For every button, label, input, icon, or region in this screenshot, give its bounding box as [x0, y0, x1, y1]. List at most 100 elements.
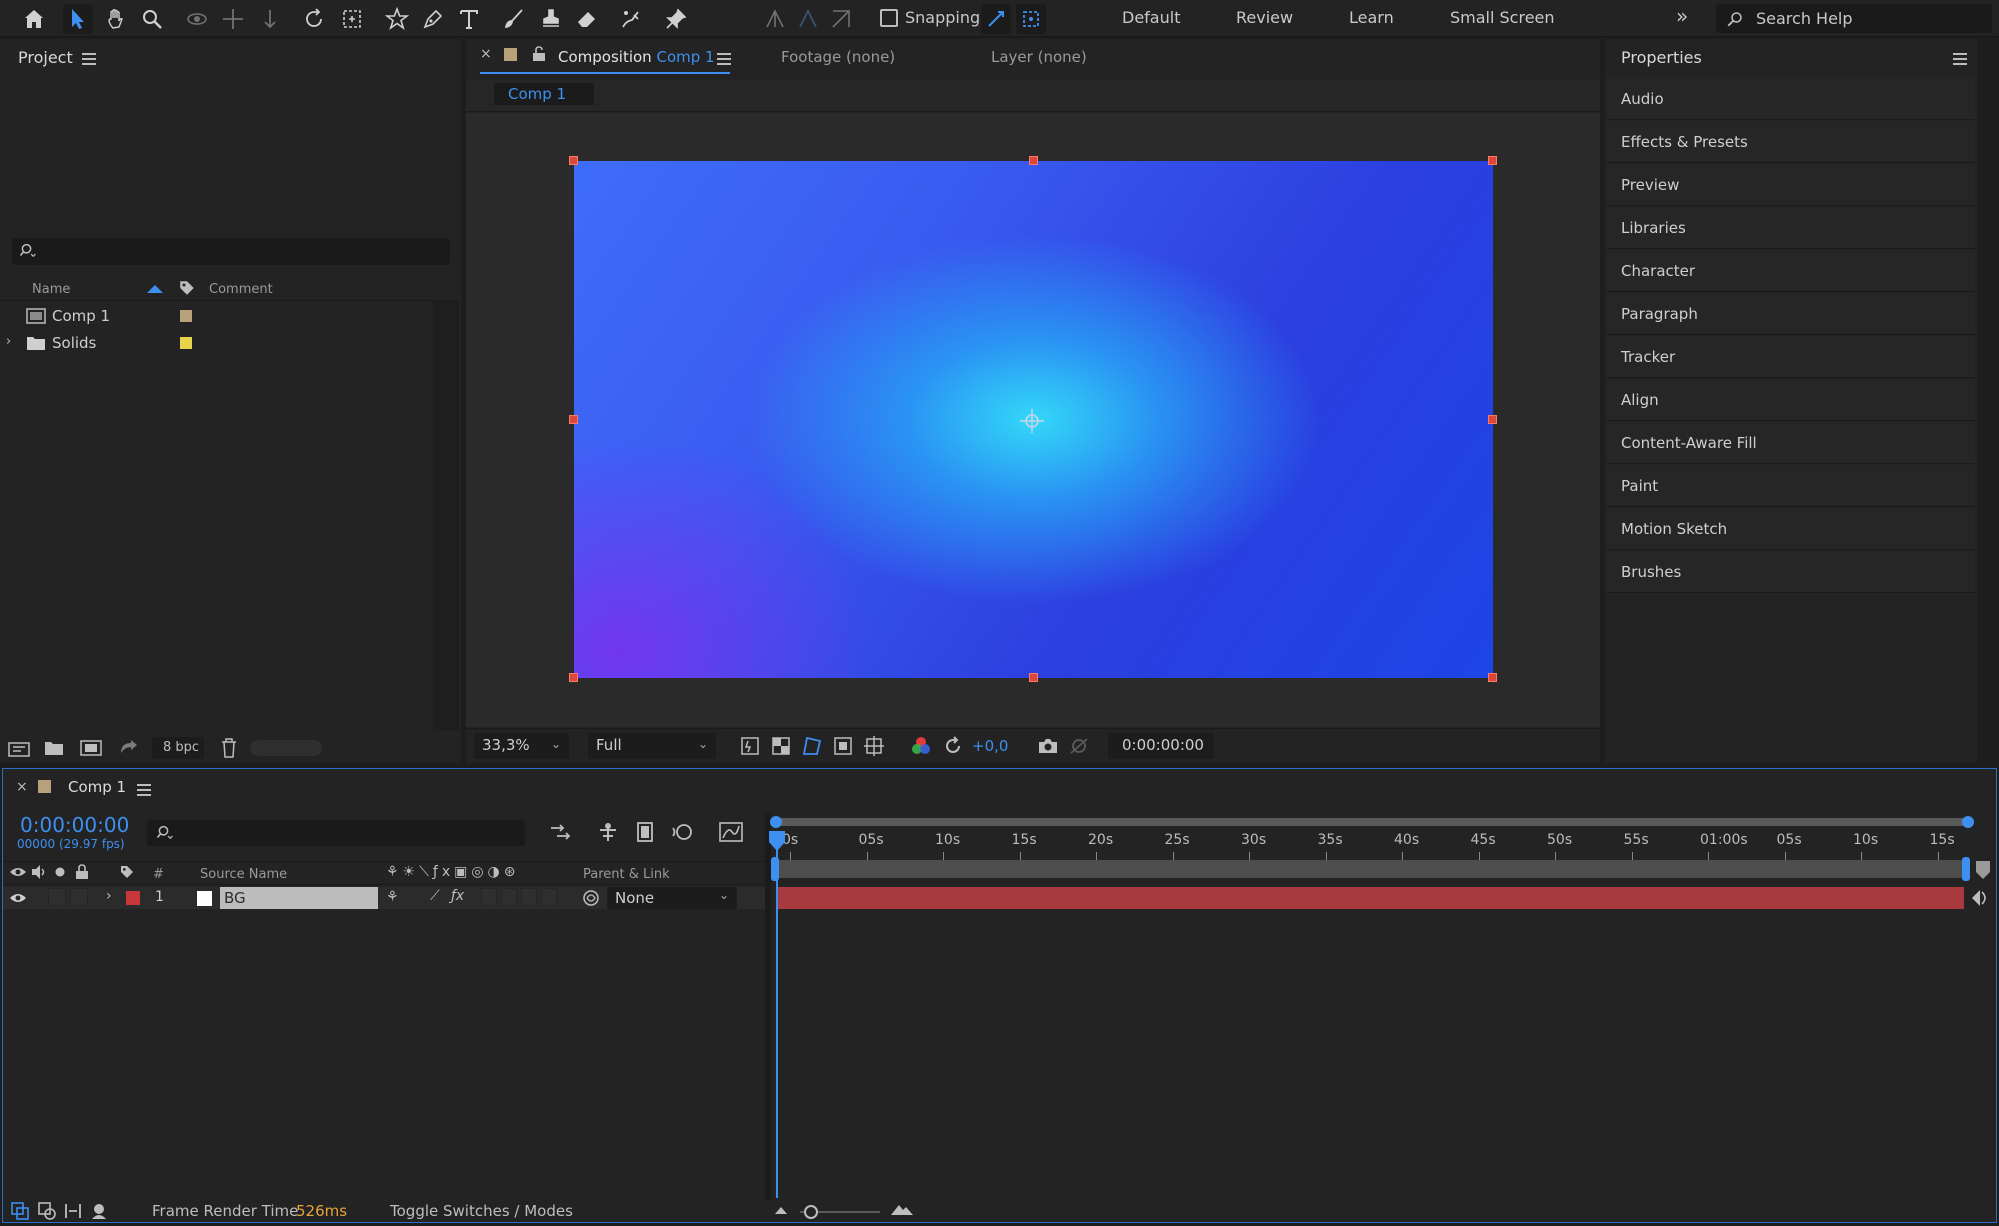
properties-item-content-aware-fill[interactable]: Content-Aware Fill [1607, 422, 1975, 464]
snap-edge-icon[interactable] [793, 4, 823, 34]
properties-item-align[interactable]: Align [1607, 379, 1975, 421]
fx-switch-icon[interactable]: ƒx [451, 888, 464, 904]
puppet-pin-icon[interactable] [661, 4, 691, 34]
double-chevron-icon[interactable]: » [1676, 4, 1688, 28]
frame-blending-icon[interactable] [633, 820, 657, 844]
speaker-icon[interactable] [31, 865, 47, 879]
shape-star-icon[interactable] [382, 4, 412, 34]
fast-previews-icon[interactable] [740, 736, 760, 756]
reset-exposure-icon[interactable] [943, 736, 963, 756]
selection-arrow-icon[interactable] [63, 4, 93, 34]
workspace-default[interactable]: Default [1122, 8, 1180, 27]
new-folder-icon[interactable] [44, 740, 64, 756]
timeline-timecode[interactable]: 0:00:00:00 [20, 813, 129, 837]
solo-switch[interactable] [70, 888, 88, 906]
show-snapshot-icon[interactable] [1068, 736, 1090, 756]
time-navigator-bar[interactable] [775, 818, 1970, 826]
bit-depth-button[interactable]: 8 bpc [152, 737, 204, 759]
eye-icon[interactable] [9, 892, 27, 904]
expand-arrow-icon[interactable]: › [6, 334, 11, 349]
in-out-toggle-icon[interactable] [64, 1202, 82, 1220]
label-tag-icon[interactable] [178, 279, 196, 297]
zoom-icon[interactable] [137, 4, 167, 34]
composition-flowchart-icon[interactable] [548, 820, 572, 844]
workspace-small-screen[interactable]: Small Screen [1450, 8, 1555, 27]
snap-align-icon[interactable] [760, 4, 790, 34]
current-time-indicator-head[interactable] [768, 830, 786, 852]
hand-icon[interactable] [101, 4, 131, 34]
color-channels-icon[interactable] [911, 736, 931, 756]
close-timeline-button[interactable]: × [16, 779, 28, 795]
shy-layers-icon[interactable] [596, 820, 620, 844]
transform-handle[interactable] [1488, 415, 1497, 424]
properties-item-audio[interactable]: Audio [1607, 78, 1975, 120]
transform-handle[interactable] [1029, 156, 1038, 165]
orbit-camera-icon[interactable] [182, 4, 212, 34]
grid-guides-icon[interactable] [864, 736, 884, 756]
tab-composition[interactable]: Composition Comp 1 [558, 48, 715, 66]
graph-editor-icon[interactable] [718, 820, 744, 844]
transform-handle[interactable] [1488, 673, 1497, 682]
quality-switch-icon[interactable]: ⟋ [430, 888, 440, 904]
sort-ascending-icon[interactable] [147, 285, 163, 293]
resolution-dropdown[interactable]: Full ⌄ [588, 733, 716, 759]
label-color-swatch[interactable] [180, 337, 192, 349]
properties-item-brushes[interactable]: Brushes [1607, 551, 1975, 593]
motion-blur-icon[interactable] [670, 820, 694, 844]
3d-layer-switch[interactable] [541, 888, 557, 906]
roto-brush-icon[interactable] [617, 4, 647, 34]
pan-camera-icon[interactable] [218, 4, 248, 34]
search-help-field[interactable]: Search Help [1716, 4, 1992, 33]
adjustment-layer-switch[interactable] [521, 888, 537, 906]
properties-item-preview[interactable]: Preview [1607, 164, 1975, 206]
project-item-comp-1[interactable]: Comp 1 [0, 303, 458, 330]
lock-icon[interactable] [75, 864, 89, 880]
pick-whip-icon[interactable] [582, 889, 600, 907]
clone-stamp-icon[interactable] [536, 4, 566, 34]
toggle-switches-modes-button[interactable]: Toggle Switches / Modes [390, 1202, 573, 1220]
type-icon[interactable] [454, 4, 484, 34]
eye-icon[interactable] [9, 866, 27, 878]
layer-out-point-icon[interactable] [1970, 888, 1992, 908]
column-source-name-header[interactable]: Source Name [200, 867, 287, 882]
mask-visibility-icon[interactable] [802, 736, 822, 756]
tab-timeline-comp-1[interactable]: Comp 1 [68, 778, 126, 796]
project-item-solids[interactable]: › Solids [0, 330, 458, 357]
pen-icon[interactable] [418, 4, 448, 34]
transform-handle[interactable] [569, 156, 578, 165]
properties-item-effects-presets[interactable]: Effects & Presets [1607, 121, 1975, 163]
snap-extend-icon[interactable] [981, 4, 1011, 34]
column-comment-header[interactable]: Comment [209, 282, 273, 297]
layer-duration-bar[interactable] [777, 887, 1964, 909]
expand-arrow-icon[interactable]: › [106, 888, 112, 904]
project-scrollbar[interactable] [433, 301, 459, 731]
timeline-menu-icon[interactable] [137, 784, 151, 796]
parent-link-dropdown[interactable]: None ⌄ [607, 887, 737, 909]
workspace-learn[interactable]: Learn [1349, 8, 1394, 27]
snap-grid-icon[interactable] [1016, 4, 1046, 34]
brush-icon[interactable] [499, 4, 529, 34]
snapping-checkbox[interactable] [880, 9, 898, 27]
work-area-bar[interactable] [775, 860, 1968, 878]
interpret-footage-icon[interactable] [8, 740, 30, 758]
lock-icon[interactable] [532, 46, 546, 62]
workspace-review[interactable]: Review [1236, 8, 1293, 27]
audio-switch[interactable] [48, 888, 66, 906]
close-tab-button[interactable]: × [480, 46, 492, 62]
solo-dot-icon[interactable] [55, 867, 65, 877]
tab-footage[interactable]: Footage (none) [781, 48, 895, 66]
zoom-out-mountain-icon[interactable] [774, 1205, 788, 1215]
zoom-dropdown[interactable]: 33,3% ⌄ [474, 733, 569, 759]
home-icon[interactable] [19, 4, 49, 34]
motion-blur-switch[interactable] [501, 888, 517, 906]
rotate-icon[interactable] [299, 4, 329, 34]
properties-item-paint[interactable]: Paint [1607, 465, 1975, 507]
time-navigator-start-handle[interactable] [770, 816, 782, 828]
snapshot-camera-icon[interactable] [1037, 736, 1059, 756]
project-menu-icon[interactable] [82, 53, 96, 65]
composition-menu-icon[interactable] [717, 53, 731, 65]
transparency-grid-icon[interactable] [771, 736, 791, 756]
render-time-toggle-icon[interactable] [90, 1202, 110, 1220]
transform-handle[interactable] [569, 673, 578, 682]
transform-handle[interactable] [569, 415, 578, 424]
